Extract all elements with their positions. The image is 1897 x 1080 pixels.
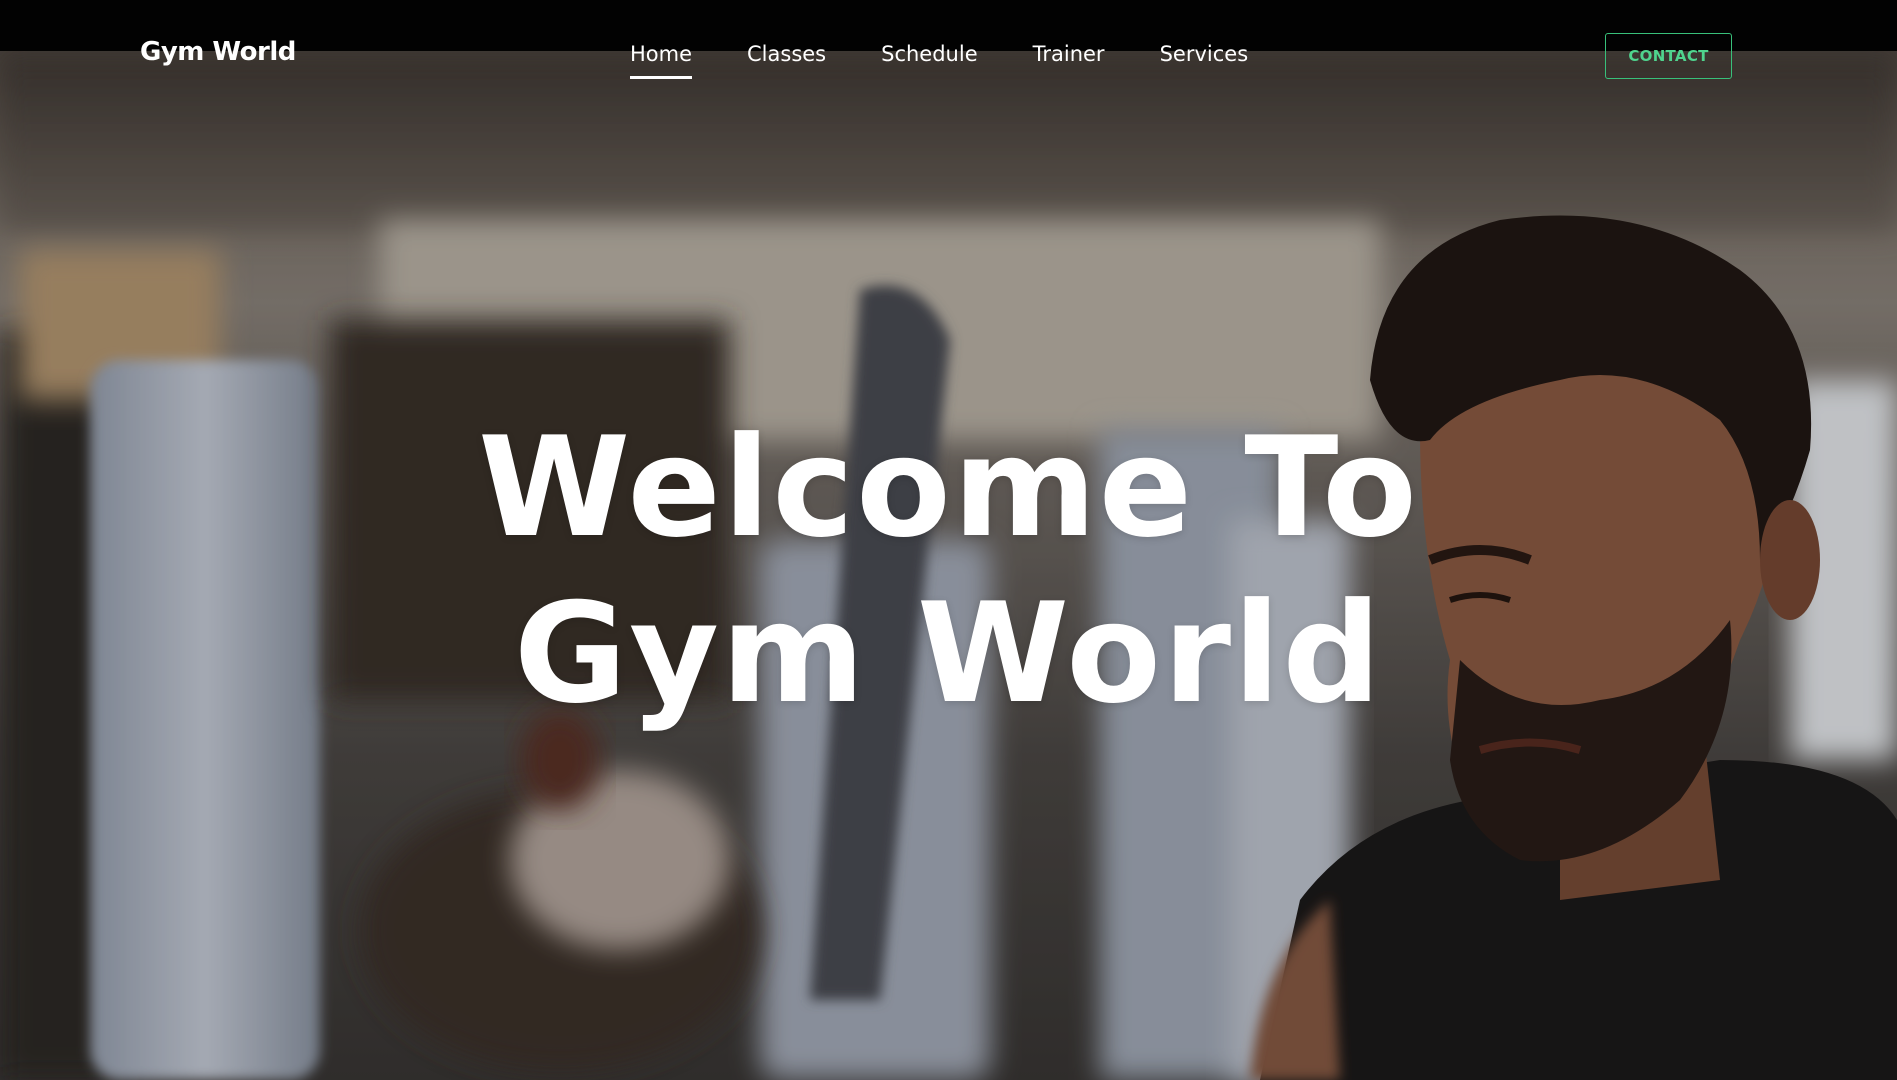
- nav-item-services[interactable]: Services: [1160, 40, 1249, 80]
- nav-item-home[interactable]: Home: [630, 40, 693, 80]
- landing-page: Gym World Home Classes Schedule Trainer …: [0, 0, 1897, 1080]
- hero-heading-line-2: Gym World: [513, 573, 1384, 734]
- nav-item-classes[interactable]: Classes: [747, 40, 826, 80]
- nav-item-schedule[interactable]: Schedule: [881, 40, 978, 80]
- brand-logo[interactable]: Gym World: [140, 37, 296, 67]
- nav-item-trainer[interactable]: Trainer: [1033, 40, 1105, 80]
- main-navigation: Gym World Home Classes Schedule Trainer …: [0, 0, 1897, 110]
- hero-heading: Welcome To Gym World: [0, 405, 1897, 737]
- nav-menu: Home Classes Schedule Trainer Services: [630, 40, 1303, 80]
- hero-heading-line-1: Welcome To: [478, 407, 1419, 568]
- contact-button[interactable]: CONTACT: [1605, 33, 1732, 79]
